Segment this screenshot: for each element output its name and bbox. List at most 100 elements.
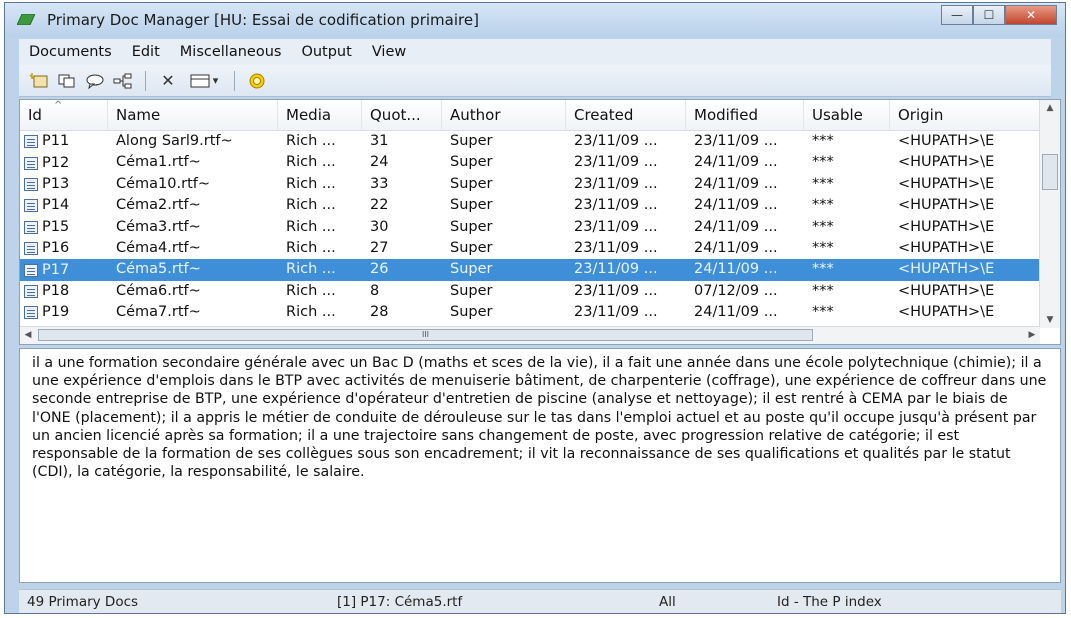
column-header-media[interactable]: Media <box>278 100 362 130</box>
column-header-name[interactable]: Name <box>108 100 278 130</box>
table-row[interactable]: P19 Céma7.rtf~ Rich ... 28 Super 23/11/09 ...… <box>20 302 1040 323</box>
cell-text: P14 <box>42 197 70 214</box>
scroll-right-icon[interactable]: ▶ <box>1024 327 1040 344</box>
menu-miscellaneous[interactable]: Miscellaneous <box>170 44 292 60</box>
cell-text: *** <box>812 261 834 278</box>
menu-edit[interactable]: Edit <box>122 44 170 60</box>
cell-text: *** <box>812 282 834 299</box>
column-header-id[interactable]: Id ^ <box>20 100 108 130</box>
tree-icon[interactable] <box>109 69 137 93</box>
cell-text: <HUPATH>\E <box>898 154 995 171</box>
cell-modified: 24/11/09 ... <box>686 259 804 280</box>
menu-output[interactable]: Output <box>291 44 361 60</box>
comment-icon[interactable] <box>81 69 109 93</box>
rich-text-document-icon <box>24 177 38 191</box>
column-header-created[interactable]: Created <box>566 100 686 130</box>
cell-media: Rich ... <box>278 238 362 259</box>
rich-text-document-icon <box>24 135 38 149</box>
status-bar: 49 Primary Docs [1] P17: Céma5.rtf All I… <box>19 589 1061 613</box>
cell-text: <HUPATH>\E <box>898 239 995 256</box>
cell-text: 24/11/09 ... <box>694 197 778 214</box>
copy-icon[interactable] <box>53 69 81 93</box>
minimize-button[interactable]: — <box>941 5 973 25</box>
table-row[interactable]: P12 Céma1.rtf~ Rich ... 24 Super 23/11/09 ...… <box>20 152 1040 173</box>
horizontal-scroll-thumb[interactable]: III <box>38 329 813 341</box>
cell-created: 23/11/09 ... <box>566 195 686 216</box>
scroll-down-icon[interactable]: ▼ <box>1040 312 1060 328</box>
cell-text: P16 <box>42 240 70 257</box>
rich-text-document-icon <box>24 306 38 320</box>
column-header-usable[interactable]: Usable <box>804 100 890 130</box>
cell-text: *** <box>812 133 834 149</box>
view-dropdown-icon[interactable]: ▾ <box>182 69 226 93</box>
table-row[interactable]: P15 Céma3.rtf~ Rich ... 30 Super 23/11/09 ...… <box>20 217 1040 238</box>
cell-name: Céma4.rtf~ <box>108 238 278 259</box>
close-button[interactable]: ✕ <box>1005 5 1057 25</box>
document-comment-text[interactable]: il a une formation secondaire générale a… <box>19 348 1061 583</box>
cell-name: Along Sarl9.rtf~ <box>108 131 278 152</box>
cell-quotations: 30 <box>362 217 442 238</box>
cell-text: 30 <box>370 218 389 235</box>
delete-icon[interactable]: ✕ <box>154 69 182 93</box>
cell-created: 23/11/09 ... <box>566 302 686 323</box>
cell-id: P16 <box>20 238 108 259</box>
menu-documents[interactable]: Documents <box>19 44 122 60</box>
cell-usable: *** <box>804 281 890 302</box>
cell-text: <HUPATH>\E <box>898 282 995 299</box>
cell-text: Céma6.rtf~ <box>116 282 201 299</box>
cell-media: Rich ... <box>278 195 362 216</box>
cell-text: P19 <box>42 304 70 321</box>
cell-media: Rich ... <box>278 281 362 302</box>
cell-author: Super <box>442 174 566 195</box>
cell-text: *** <box>812 218 834 235</box>
cell-text: 23/11/09 ... <box>574 133 658 149</box>
cell-text: 22 <box>370 197 389 214</box>
title-bar[interactable]: Primary Doc Manager [HU: Essai de codifi… <box>5 3 1065 37</box>
cell-quotations: 22 <box>362 195 442 216</box>
cell-origin: <HUPATH>\E <box>890 302 1040 323</box>
maximize-button[interactable]: ☐ <box>973 5 1005 25</box>
cell-origin: <HUPATH>\E <box>890 152 1040 173</box>
table-row[interactable]: P11 Along Sarl9.rtf~ Rich ... 31 Super 23/11/… <box>20 131 1040 152</box>
column-header-modified[interactable]: Modified <box>686 100 804 130</box>
cell-text: Along Sarl9.rtf~ <box>116 133 233 149</box>
cell-text: Super <box>450 239 493 256</box>
cell-quotations: 24 <box>362 152 442 173</box>
window-controls: — ☐ ✕ <box>941 5 1057 29</box>
column-header-origin[interactable]: Origin <box>890 100 1040 130</box>
cell-text: 31 <box>370 133 389 149</box>
cell-modified: 24/11/09 ... <box>686 174 804 195</box>
table-row[interactable]: P13 Céma10.rtf~ Rich ... 33 Super 23/11/09 ..… <box>20 174 1040 195</box>
cell-quotations: 28 <box>362 302 442 323</box>
cell-created: 23/11/09 ... <box>566 217 686 238</box>
cell-author: Super <box>442 259 566 280</box>
cell-text: Céma4.rtf~ <box>116 239 201 256</box>
filter-ring-icon[interactable] <box>243 69 271 93</box>
cell-text: 24/11/09 ... <box>694 261 778 278</box>
table-row[interactable]: P17 Céma5.rtf~ Rich ... 26 Super 23/11/09 ...… <box>20 259 1040 281</box>
cell-quotations: 26 <box>362 259 442 280</box>
vertical-scrollbar[interactable]: ▲ ▼ <box>1039 100 1060 328</box>
cell-text: 26 <box>370 261 389 278</box>
column-header-quotations[interactable]: Quot... <box>362 100 442 130</box>
scroll-up-icon[interactable]: ▲ <box>1040 100 1060 116</box>
cell-origin: <HUPATH>\E <box>890 195 1040 216</box>
cell-text: Super <box>450 261 493 278</box>
table-row[interactable]: P16 Céma4.rtf~ Rich ... 27 Super 23/11/09 ...… <box>20 238 1040 259</box>
cell-text: 23/11/09 ... <box>574 218 658 235</box>
horizontal-scrollbar[interactable]: ◀ III ▶ <box>20 326 1040 344</box>
table-row[interactable]: P14 Céma2.rtf~ Rich ... 22 Super 23/11/09 ...… <box>20 195 1040 216</box>
cell-author: Super <box>442 238 566 259</box>
rich-text-document-icon <box>24 220 38 234</box>
cell-origin: <HUPATH>\E <box>890 131 1040 152</box>
vertical-scroll-thumb[interactable] <box>1042 154 1058 190</box>
scroll-left-icon[interactable]: ◀ <box>20 327 36 344</box>
cell-origin: <HUPATH>\E <box>890 281 1040 302</box>
new-document-icon[interactable] <box>25 69 53 93</box>
table-header: Id ^ Name Media Quot... Author Created M… <box>20 100 1040 131</box>
table-row[interactable]: P18 Céma6.rtf~ Rich ... 8 Super 23/11/09 ... 0… <box>20 281 1040 302</box>
column-header-author[interactable]: Author <box>442 100 566 130</box>
chevron-down-icon: ▾ <box>212 74 219 87</box>
menu-view[interactable]: View <box>362 44 416 60</box>
cell-text: 23/11/09 ... <box>574 197 658 214</box>
